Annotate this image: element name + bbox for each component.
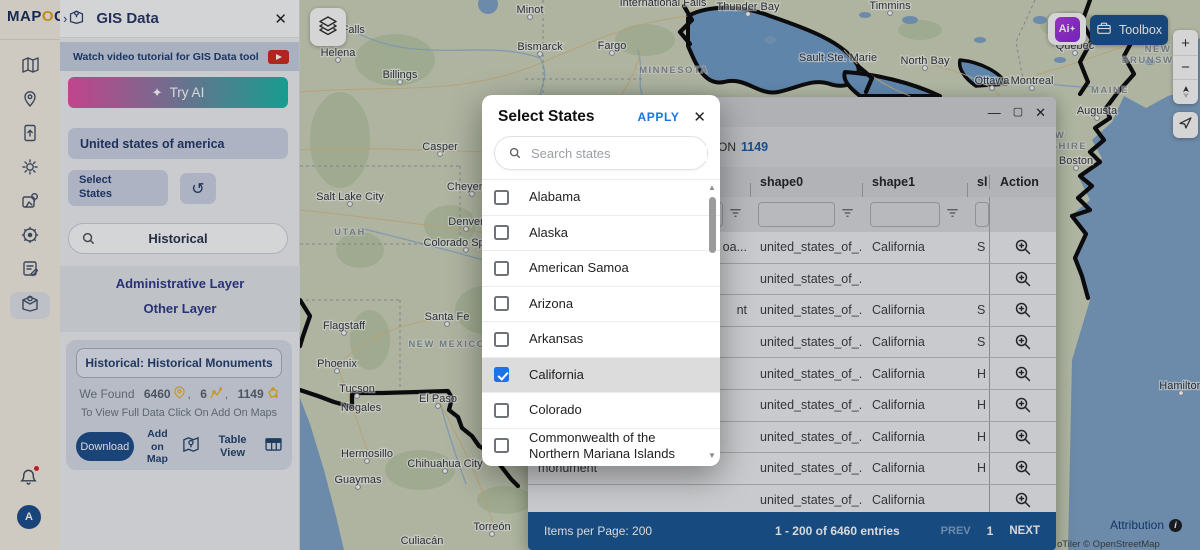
- modal-close-icon[interactable]: ✕: [693, 108, 706, 126]
- state-option[interactable]: American Samoa: [482, 250, 720, 286]
- state-option[interactable]: Alabama: [482, 179, 720, 215]
- state-option[interactable]: Alaska: [482, 214, 720, 251]
- state-checkbox[interactable]: [494, 296, 509, 312]
- state-option[interactable]: Colorado: [482, 392, 720, 428]
- state-search-field[interactable]: [494, 136, 708, 170]
- state-checkbox[interactable]: [494, 402, 509, 418]
- state-label: California: [529, 366, 584, 382]
- state-label: American Samoa: [529, 260, 629, 276]
- scroll-up-icon[interactable]: ▲: [707, 183, 717, 192]
- state-checkbox[interactable]: [494, 438, 509, 454]
- scrollbar-thumb[interactable]: [708, 197, 716, 253]
- select-states-modal: Select States APPLY ✕ Alabama Alaska Ameri…: [482, 95, 720, 466]
- state-search-input[interactable]: [531, 145, 707, 161]
- state-label: Alabama: [529, 189, 581, 205]
- search-icon: [509, 147, 521, 159]
- state-option[interactable]: Arkansas: [482, 321, 720, 357]
- apply-button[interactable]: APPLY: [638, 110, 680, 124]
- state-label: Colorado: [529, 402, 582, 418]
- state-label: Arkansas: [529, 331, 584, 347]
- state-option[interactable]: California: [482, 356, 720, 392]
- state-checkbox[interactable]: [494, 260, 509, 276]
- state-checkbox[interactable]: [494, 189, 509, 205]
- state-label: Alaska: [529, 224, 569, 240]
- app-root: Great FallsHelenaBillingsMinotBismarckFa…: [0, 0, 1200, 550]
- state-label: Commonwealth of the Northern Mariana Isl…: [529, 429, 675, 461]
- state-option[interactable]: Arizona: [482, 285, 720, 322]
- state-checkbox[interactable]: [494, 225, 509, 241]
- state-checkbox[interactable]: [494, 331, 509, 347]
- modal-title: Select States: [498, 108, 595, 125]
- state-checkbox[interactable]: [494, 367, 509, 383]
- state-option[interactable]: Commonwealth of the Northern Mariana Isl…: [482, 427, 720, 464]
- state-list: Alabama Alaska American Samoa Arizona Arkans…: [482, 179, 720, 466]
- state-label: Arizona: [529, 295, 574, 311]
- scroll-down-icon[interactable]: ▼: [707, 451, 717, 460]
- modal-scrollbar[interactable]: ▲ ▼: [707, 183, 717, 460]
